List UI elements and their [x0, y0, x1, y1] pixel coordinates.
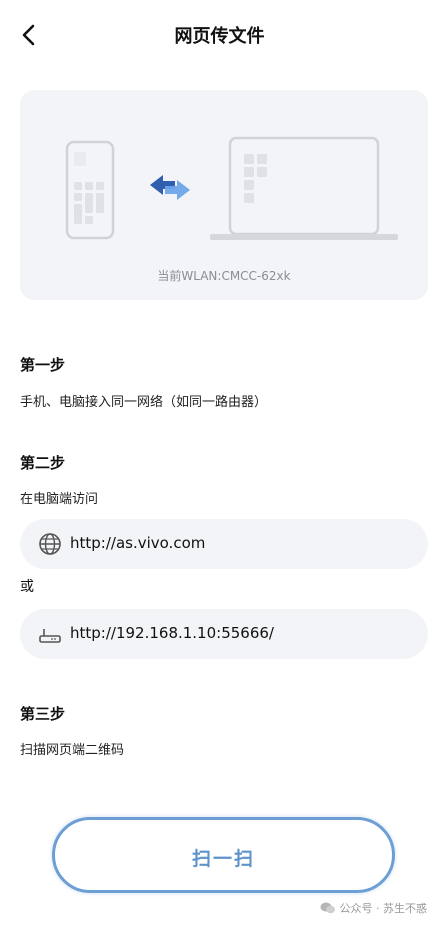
illustration-card: 当前WLAN:CMCC-62xk: [20, 90, 428, 300]
phone-illustration: [65, 140, 115, 240]
page-title: 网页传文件: [174, 26, 265, 47]
secondary-url-field[interactable]: http://192.168.1.10:55666/: [20, 609, 428, 659]
header: 网页传文件: [0, 0, 439, 70]
step1-desc: 手机、电脑接入同一网络（如同一路由器）: [20, 395, 268, 410]
watermark: 公众号 · 苏生不惑: [320, 900, 428, 916]
wechat-icon: [320, 902, 335, 914]
primary-url-field[interactable]: http://as.vivo.com: [20, 519, 428, 569]
step3-title: 第三步: [20, 705, 66, 723]
globe-icon: [39, 533, 61, 555]
page: 网页传文件 当前WLAN:CMCC-62xk 第一步 手机、电脑接入同一网络（如…: [0, 0, 439, 927]
scan-button[interactable]: 扫一扫: [52, 817, 395, 893]
step1-title: 第一步: [20, 356, 66, 374]
primary-url: http://as.vivo.com: [70, 534, 206, 552]
secondary-url: http://192.168.1.10:55666/: [70, 624, 274, 642]
laptop-illustration: [210, 136, 398, 240]
or-label: 或: [20, 579, 34, 595]
transfer-arrows-icon: [150, 175, 190, 200]
router-icon: [39, 629, 61, 643]
watermark-text: 公众号 · 苏生不惑: [339, 902, 428, 915]
scan-button-label: 扫一扫: [191, 848, 255, 870]
step3-desc: 扫描网页端二维码: [20, 743, 125, 758]
step2-desc: 在电脑端访问: [20, 492, 99, 507]
step2-title: 第二步: [20, 454, 66, 472]
wlan-status: 当前WLAN:CMCC-62xk: [157, 269, 291, 283]
